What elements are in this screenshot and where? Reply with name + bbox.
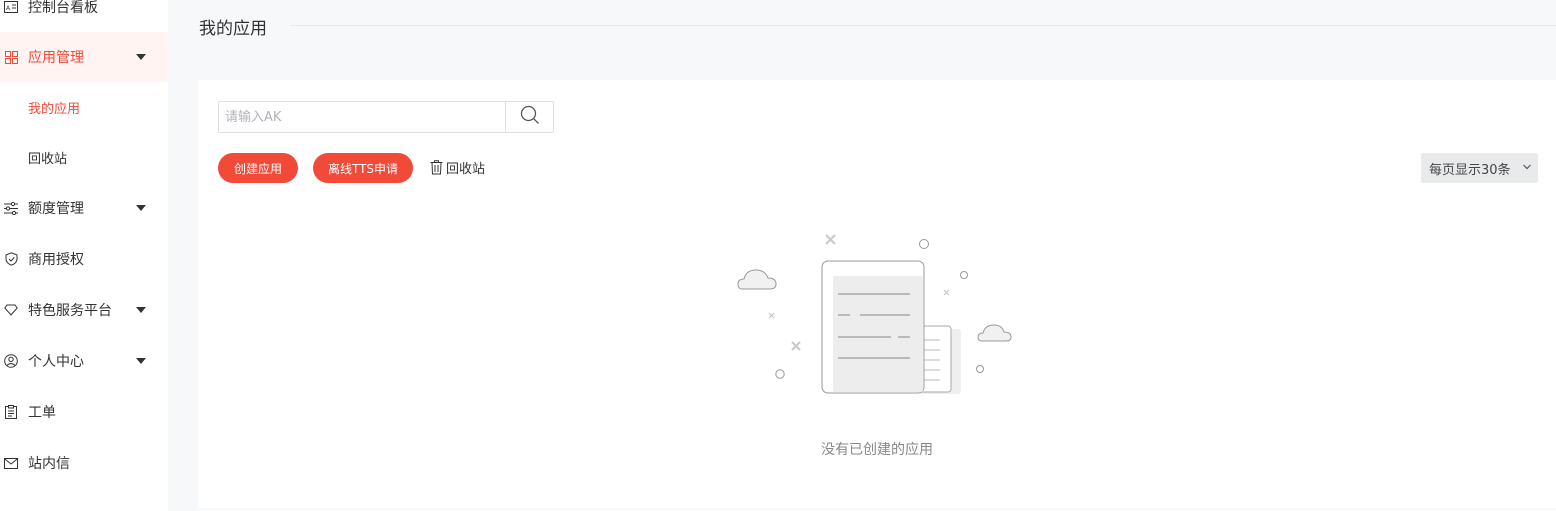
sidebar-item-dashboard[interactable]: A 控制台看板 [0, 0, 168, 32]
page-size-value: 每页显示30条 [1429, 162, 1511, 178]
title-divider [290, 25, 1556, 26]
sidebar-item-label: 控制台看板 [28, 0, 98, 16]
clipboard-icon [4, 405, 18, 419]
sidebar-item-label: 特色服务平台 [28, 303, 112, 319]
sidebar-item-label: 站内信 [28, 456, 70, 472]
sidebar-item-personal-center[interactable]: 个人中心 [0, 336, 168, 386]
grid-apps-icon [4, 50, 18, 64]
trash-icon [430, 159, 443, 175]
sidebar-subitem-recycle-bin[interactable]: 回收站 [0, 132, 168, 182]
caret-down-icon [136, 307, 146, 313]
sidebar-subitem-my-apps[interactable]: 我的应用 [0, 82, 168, 132]
search-input[interactable] [219, 102, 497, 132]
caret-down-icon [136, 358, 146, 364]
sidebar-item-commercial-license[interactable]: 商用授权 [0, 234, 168, 284]
sidebar-item-label: 工单 [28, 405, 56, 421]
sidebar-item-label: 应用管理 [28, 50, 84, 66]
recycle-bin-link[interactable]: 回收站 [430, 157, 485, 177]
search-icon [520, 105, 540, 129]
sidebar-item-app-management[interactable]: 应用管理 [0, 32, 168, 82]
page-size-select[interactable]: 每页显示30条 [1421, 153, 1538, 183]
chevron-down-icon [1522, 161, 1532, 177]
empty-state-text: 没有已创建的应用 [821, 442, 933, 458]
svg-text:A: A [6, 5, 11, 12]
empty-state-illustration [734, 228, 1024, 407]
user-circle-icon [4, 354, 18, 368]
caret-down-icon [136, 54, 146, 60]
sidebar-item-label: 个人中心 [28, 354, 84, 370]
sidebar-item-feature-services[interactable]: 特色服务平台 [0, 285, 168, 335]
shield-check-icon [4, 252, 18, 266]
sidebar-item-label: 商用授权 [28, 252, 84, 268]
sidebar-item-inbox[interactable]: 站内信 [0, 438, 168, 488]
search-box [218, 101, 554, 133]
main-panel: 创建应用 离线TTS申请 回收站 每页显示30条 [198, 80, 1556, 508]
sidebar-item-quota[interactable]: 额度管理 [0, 183, 168, 233]
recycle-bin-label: 回收站 [446, 161, 486, 177]
sliders-icon [4, 201, 18, 215]
sidebar-item-tickets[interactable]: 工单 [0, 387, 168, 437]
diamond-icon [4, 303, 18, 317]
search-button[interactable] [505, 102, 554, 132]
mail-icon [4, 456, 18, 470]
offline-tts-apply-button[interactable]: 离线TTS申请 [313, 153, 413, 183]
sidebar-item-label: 额度管理 [28, 201, 84, 217]
empty-document-illustration [737, 234, 1012, 394]
sidebar-item-label: 回收站 [28, 151, 68, 167]
sidebar-item-label: 我的应用 [28, 101, 81, 117]
sidebar: A 控制台看板 应用管理 我的应用 回收站 额度管理 商用授权 特色服务平台 个… [0, 0, 168, 511]
dashboard-icon: A [4, 0, 18, 14]
create-app-button[interactable]: 创建应用 [218, 153, 298, 183]
page-title: 我的应用 [199, 19, 267, 39]
caret-down-icon [136, 205, 146, 211]
